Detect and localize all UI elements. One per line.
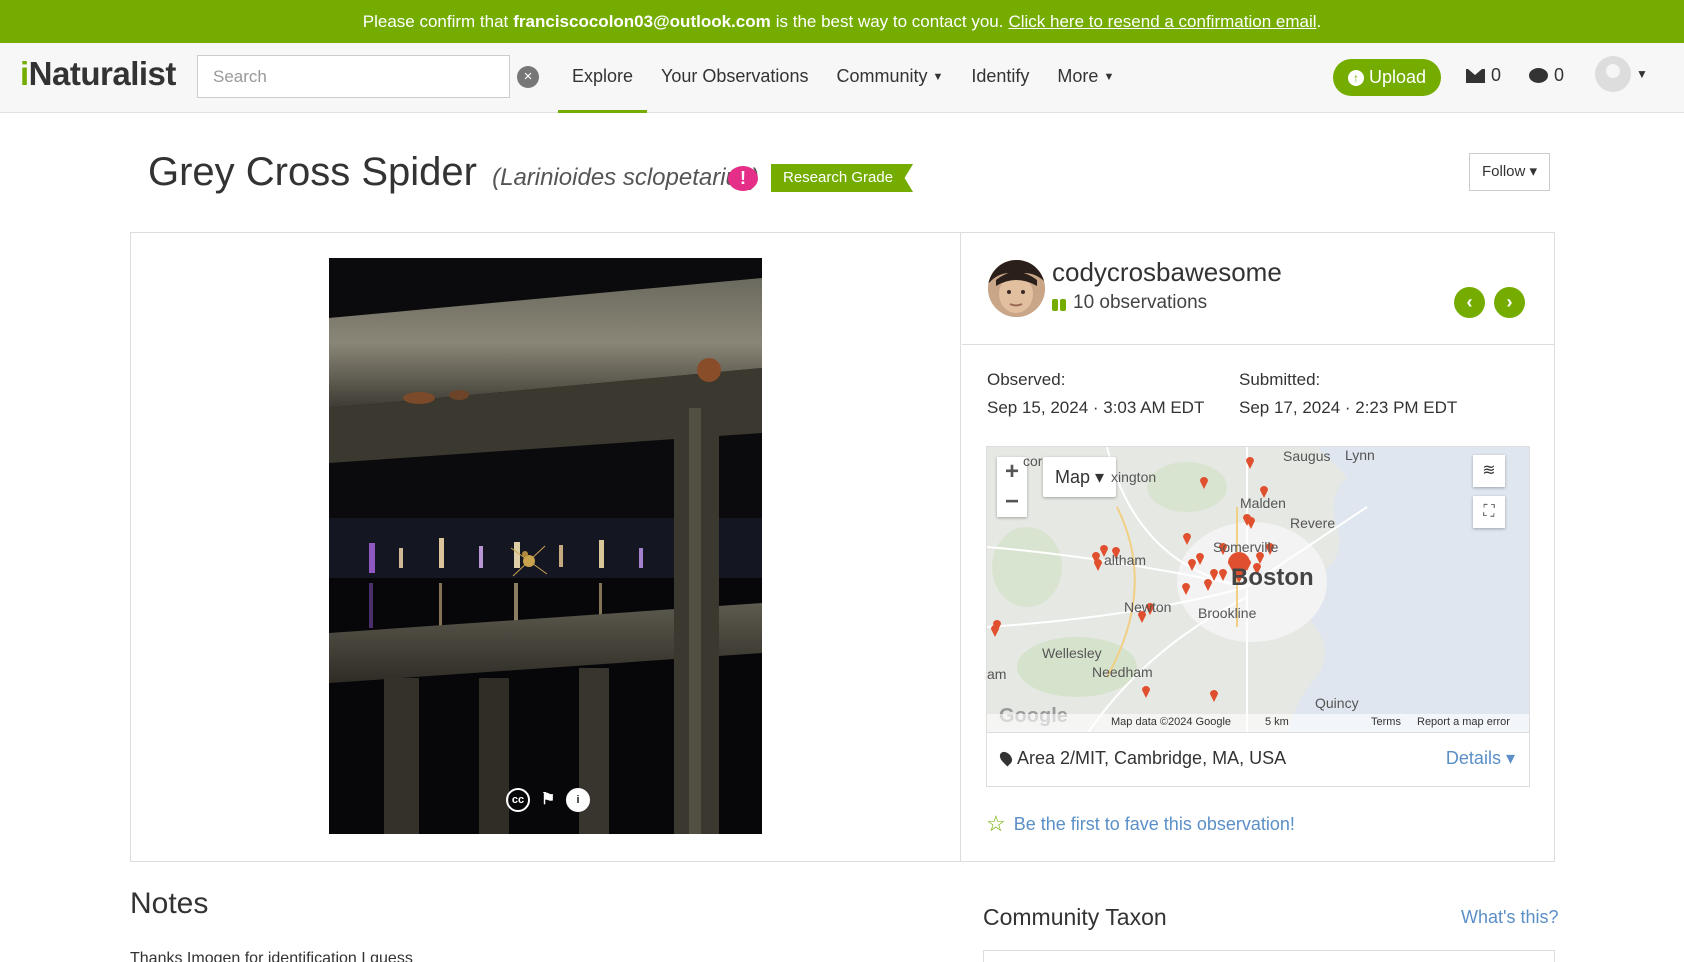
banner-middle: is the best way to contact you. [775,11,1004,31]
community-taxon-box [983,950,1555,962]
observer-header: codycrosbawesome 10 observations ‹ › [962,233,1554,345]
notes-heading: Notes [130,887,209,920]
map-label: am [987,666,1007,682]
report-map-error-link[interactable]: Report a map error [1417,716,1510,728]
notifications-button[interactable]: 0 [1529,65,1564,86]
clear-search-icon[interactable]: × [517,66,539,88]
confirmation-banner: Please confirm that franciscocolon03@out… [0,0,1684,43]
star-icon: ☆ [986,811,1006,836]
observer-avatar[interactable] [988,260,1045,317]
observed-date: Observed: Sep 15, 2024 · 3:03 AM EDT [987,370,1205,417]
map-label: Malden [1240,495,1286,511]
messages-button[interactable]: 0 [1466,65,1501,86]
observation-map[interactable]: + − Map ▾ ≋ ⛶ cor Saugus Lynn xington Ma… [986,446,1530,733]
banner-email: franciscocolon03@outlook.com [513,11,771,31]
user-menu-avatar[interactable] [1595,56,1631,92]
map-label: Saugus [1283,448,1331,464]
observation-sidebar: codycrosbawesome 10 observations ‹ › Obs… [962,233,1554,861]
resend-confirmation-link[interactable]: Click here to resend a confirmation emai… [1008,12,1316,32]
zoom-out-button[interactable]: − [997,487,1027,517]
search-input[interactable] [197,55,510,98]
binoculars-icon [1052,296,1066,311]
nav-your-observations[interactable]: Your Observations [647,43,822,113]
fullscreen-icon[interactable]: ⛶ [1473,496,1505,528]
map-pin-icon [997,749,1015,767]
layers-icon[interactable]: ≋ [1473,455,1505,487]
fave-link[interactable]: ☆ Be the first to fave this observation! [986,811,1295,837]
observer-username[interactable]: codycrosbawesome [1052,257,1282,288]
nav-identify[interactable]: Identify [957,43,1043,113]
quality-grade-badge: Research Grade [771,164,914,192]
nav-more[interactable]: More ▼ [1043,43,1128,113]
notes-body: Thanks Imogen for identification I guess [130,950,413,962]
map-data-credit: Map data ©2024 Google [1111,716,1232,728]
map-label: Wellesley [1042,645,1102,661]
location-bar: Area 2/MIT, Cambridge, MA, USA Details ▾ [986,733,1530,787]
map-scale: 5 km [1265,716,1289,728]
chevron-down-icon: ▼ [932,70,944,83]
follow-button[interactable]: Follow ▾ [1469,153,1551,191]
map-label: Quincy [1315,695,1359,711]
observer-observation-count[interactable]: 10 observations [1052,292,1207,314]
map-label: Lynn [1345,447,1375,463]
nav-community[interactable]: Community ▼ [822,43,957,113]
nav-explore[interactable]: Explore [558,43,648,113]
location-details-dropdown[interactable]: Details ▾ [1446,748,1515,769]
whats-this-link[interactable]: What's this? [1461,907,1558,928]
observation-photo[interactable]: cc ⚑ i [329,258,762,834]
map-label: Boston [1231,564,1314,591]
chevron-down-icon: ▼ [1103,70,1115,83]
next-observation-button[interactable]: › [1494,287,1525,318]
observation-panel: cc ⚑ i codycrosbawesome 10 observations … [130,232,1555,862]
previous-observation-button[interactable]: ‹ [1454,287,1485,318]
scientific-name[interactable]: (Larinioides sclopetarius) [492,164,759,191]
page-title: Grey Cross Spider (Larinioides sclopetar… [148,150,759,195]
info-icon[interactable]: i [566,788,590,812]
inaturalist-logo[interactable]: iNaturalist [20,55,176,93]
map-label: Revere [1290,515,1336,531]
upload-icon: ↑ [1348,69,1364,86]
map-attribution: Map data ©2024 Google 5 km Terms Report … [987,714,1529,732]
upload-button[interactable]: ↑ Upload [1333,59,1442,96]
map-label: Somerville [1213,539,1279,555]
chat-bubble-icon [1529,68,1548,83]
community-taxon-heading: Community Taxon [983,904,1167,930]
map-label: Brookline [1198,605,1257,621]
banner-suffix: . [1316,11,1322,31]
banner-prefix: Please confirm that [362,11,509,31]
chevron-down-icon[interactable]: ▼ [1636,67,1648,81]
main-nav: Explore Your Observations Community ▼ Ide… [558,43,1128,113]
site-header: iNaturalist × Explore Your Observations … [0,43,1684,113]
photo-area: cc ⚑ i [131,233,961,861]
map-label: cor [1023,453,1043,469]
cc-license-icon[interactable]: cc [506,788,530,812]
flag-icon[interactable]: ⚑ [536,788,560,812]
envelope-icon [1466,68,1485,83]
photo-controls: cc ⚑ i [506,788,590,812]
map-label: xington [1111,469,1157,485]
map-label: altham [1104,552,1147,568]
location-text: Area 2/MIT, Cambridge, MA, USA [1017,748,1287,768]
map-label: Newton [1124,599,1172,615]
map-terms-link[interactable]: Terms [1371,716,1401,728]
submitted-date: Submitted: Sep 17, 2024 · 2:23 PM EDT [1239,370,1458,417]
alert-icon[interactable]: ! [728,166,758,191]
map-label: Needham [1092,664,1153,680]
map-type-select[interactable]: Map ▾ [1043,457,1117,497]
common-name: Grey Cross Spider [148,150,477,194]
